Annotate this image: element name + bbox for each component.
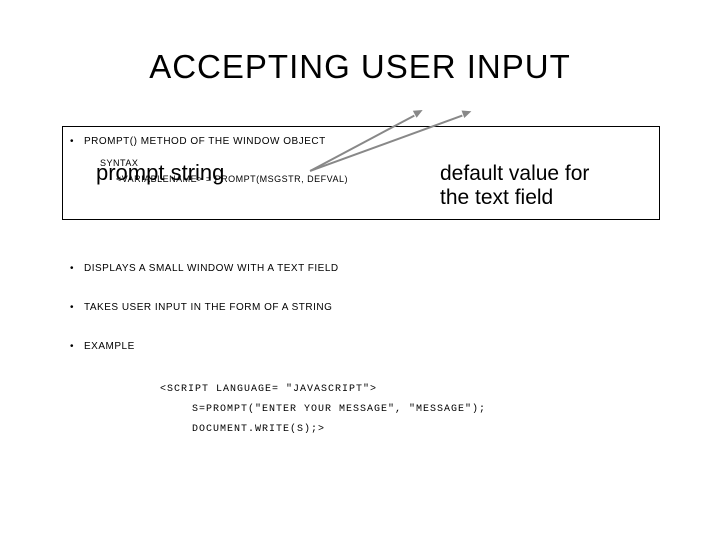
bullet-item: • EXAMPLE: [70, 341, 660, 352]
bullet-text: DISPLAYS A SMALL WINDOW WITH A TEXT FIEL…: [84, 263, 660, 274]
bullet-dot: •: [70, 302, 84, 313]
code-line: S=PROMPT("ENTER YOUR MESSAGE", "MESSAGE"…: [160, 400, 486, 420]
bullet-dot: •: [70, 136, 84, 147]
bullet-text: EXAMPLE: [84, 341, 660, 352]
default-value-callout: default value for the text field: [440, 162, 610, 210]
bullet-dot: •: [70, 341, 84, 352]
code-line: <SCRIPT LANGUAGE= "JAVASCRIPT">: [160, 380, 486, 400]
bullet-dot: •: [70, 263, 84, 274]
bullet-item: • TAKES USER INPUT IN THE FORM OF A STRI…: [70, 302, 660, 313]
slide-title: ACCEPTING USER INPUT: [0, 48, 720, 86]
prompt-string-overlay: prompt string: [96, 160, 224, 186]
bullet-text: TAKES USER INPUT IN THE FORM OF A STRING: [84, 302, 660, 313]
code-line: DOCUMENT.WRITE(S);>: [160, 420, 486, 440]
slide: ACCEPTING USER INPUT • PROMPT() METHOD O…: [0, 0, 720, 540]
bullet-item: • DISPLAYS A SMALL WINDOW WITH A TEXT FI…: [70, 263, 660, 274]
code-example: <SCRIPT LANGUAGE= "JAVASCRIPT"> S=PROMPT…: [160, 380, 486, 440]
